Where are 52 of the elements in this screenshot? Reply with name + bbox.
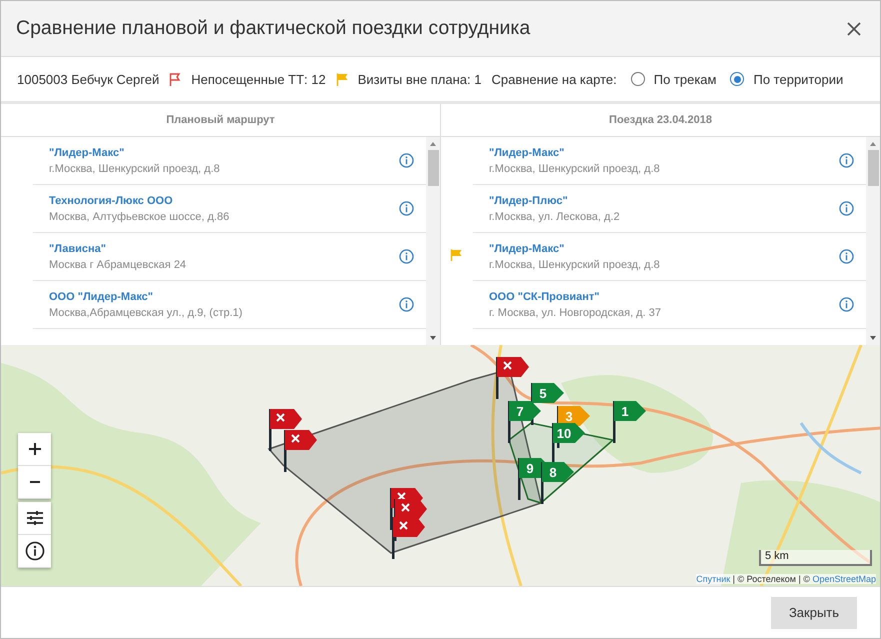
outlet-name-link[interactable]: "Лависна" — [49, 242, 399, 254]
outlet-address: г.Москва, ул. Лескова, д.2 — [489, 210, 621, 222]
map-flag-marker[interactable] — [392, 517, 425, 559]
plus-icon[interactable] — [28, 442, 42, 456]
unplanned-count: Визиты вне плана: 1 — [358, 72, 482, 86]
scrollbar-thumb[interactable] — [868, 150, 878, 186]
radio-option[interactable]: По территории — [730, 72, 844, 86]
map-scale: 5 km — [759, 550, 872, 566]
scroll-up-icon[interactable] — [429, 141, 437, 147]
zoom-in-button[interactable] — [18, 433, 51, 466]
info-icon[interactable] — [24, 541, 44, 561]
outlet-address: Москва, Алтуфьевское шоссе, д.86 — [49, 210, 230, 222]
dialog-title: Сравнение плановой и фактической поездки сотрудника — [16, 17, 530, 40]
map-flag-marker[interactable] — [496, 357, 529, 399]
sliders-icon[interactable] — [26, 510, 44, 526]
scroll-down-icon[interactable] — [869, 335, 877, 341]
column-header: Плановый маршрут — [1, 104, 440, 137]
scrollbar[interactable] — [426, 137, 440, 345]
outlet-name-link[interactable]: Технология-Люкс ООО — [49, 194, 399, 206]
scrollbar[interactable] — [866, 137, 880, 345]
outlet-address: г.Москва, Шенкурский проезд, д.8 — [489, 258, 661, 270]
outlet-name-link[interactable]: "Лидер-Макс" — [489, 242, 839, 254]
flag-icon — [450, 249, 462, 261]
map-flag-marker[interactable] — [284, 430, 317, 472]
flag-icon — [336, 72, 348, 86]
scroll-up-icon[interactable] — [869, 141, 877, 147]
outlet-address: Москва г Абрамцевская 24 — [49, 258, 188, 270]
scrollbar-thumb[interactable] — [428, 150, 438, 186]
scroll-down-icon[interactable] — [429, 335, 437, 341]
radio-option[interactable]: По трекам — [630, 72, 716, 86]
attribution-text: | © Ростелеком | © — [732, 574, 811, 584]
info-button[interactable] — [18, 535, 51, 568]
settings-sliders-button[interactable] — [18, 502, 51, 535]
close-icon[interactable] — [846, 20, 862, 36]
employee-name: 1005003 Бебчук Сергей — [17, 72, 160, 86]
outlet-address: Москва,Абрамцевская ул., д.9, (стр.1) — [49, 306, 244, 318]
attribution-link[interactable]: Спутник — [696, 574, 730, 584]
outlet-address: г.Москва, Шенкурский проезд, д.8 — [49, 162, 221, 174]
flag-outline-icon — [169, 72, 182, 86]
unvisited-count: Непосещенные ТТ: 12 — [191, 72, 326, 86]
column-header: Поездка 23.04.2018 — [441, 104, 880, 137]
outlet-name-link[interactable]: "Лидер-Макс" — [489, 146, 839, 158]
outlet-address: г.Москва, Шенкурский проезд, д.8 — [489, 162, 661, 174]
attribution-link[interactable]: OpenStreetMap — [812, 574, 876, 584]
outlet-name-link[interactable]: ООО "Лидер-Макс" — [49, 290, 399, 302]
outlet-address: г. Москва, ул. Новгородская, д. 37 — [489, 306, 662, 318]
outlet-name-link[interactable]: "Лидер-Макс" — [49, 146, 399, 158]
outlet-name-link[interactable]: "Лидер-Плюс" — [489, 194, 839, 206]
map-flag-marker[interactable] — [269, 409, 302, 451]
compare-label: Сравнение на карте: — [491, 72, 617, 86]
outlet-name-link[interactable]: ООО "СК-Провиант" — [489, 290, 839, 302]
close-button[interactable]: Закрыть — [771, 596, 857, 628]
